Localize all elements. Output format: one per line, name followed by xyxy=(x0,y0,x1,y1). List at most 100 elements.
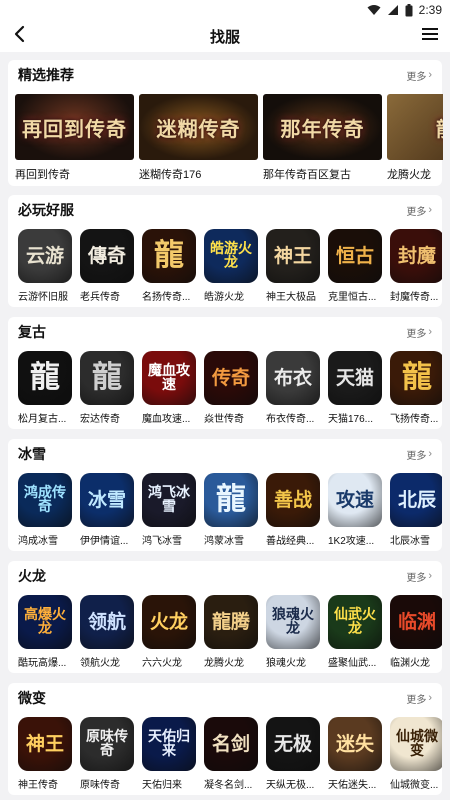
app-icon-art: 龍腾 xyxy=(211,610,250,633)
app-item[interactable]: 火龙 六六火龙 xyxy=(142,595,196,675)
app-icon: 神王 xyxy=(18,717,72,771)
app-item[interactable]: 皓游火龙 皓游火龙 xyxy=(204,229,258,309)
app-item[interactable]: 布衣 布衣传奇... xyxy=(266,351,320,431)
more-link[interactable]: 更多 › xyxy=(406,203,432,218)
app-item[interactable]: 龍宏达传奇 xyxy=(80,351,134,431)
content-area: 精选推荐 更多 › 再回到传奇 再回到传奇 迷糊传奇 迷糊传奇176 那年传奇 那… xyxy=(0,52,450,800)
app-icon: 龍 xyxy=(142,229,196,283)
app-name: 天猫176... xyxy=(328,414,374,425)
app-icon-art: 善战 xyxy=(273,488,312,511)
app-name: 仙城微变... xyxy=(390,780,439,791)
app-icon-art: 领航 xyxy=(87,610,126,633)
more-label: 更多 xyxy=(406,206,427,218)
banner-art-text: 迷糊传奇 xyxy=(156,116,241,141)
app-icon-art: 鸿成传奇 xyxy=(24,485,66,515)
app-icon-art: 龍 xyxy=(216,482,246,517)
app-item[interactable]: 狼魂火龙 狼魂火龙 xyxy=(266,595,320,675)
app-icon-art: 天佑归来 xyxy=(148,729,190,759)
app-item[interactable]: 无极 天纵无极... xyxy=(266,717,320,797)
back-arrow-icon xyxy=(13,25,27,48)
app-name: 鸿蒙冰雪 xyxy=(204,536,244,547)
more-link[interactable]: 更多 › xyxy=(406,569,432,584)
app-name: 北辰冰雪 xyxy=(390,536,430,547)
more-link[interactable]: 更多 › xyxy=(406,447,432,462)
section-header: 微变 更多 › xyxy=(8,683,442,713)
app-icon: 无极 xyxy=(266,717,320,771)
app-item[interactable]: 攻速 1K2攻速... xyxy=(328,473,382,553)
back-button[interactable] xyxy=(8,24,32,48)
app-icon: 恒古 xyxy=(328,229,382,283)
app-item[interactable]: 原味传奇 原味传奇 xyxy=(80,717,134,797)
app-icon: 领航 xyxy=(80,595,134,649)
app-item[interactable]: 高爆火龙 酷玩高爆... xyxy=(18,595,72,675)
app-name: 六六火龙 xyxy=(142,658,182,669)
more-link[interactable]: 更多 › xyxy=(406,68,432,83)
app-item[interactable]: 龍腾 龙腾火龙 xyxy=(204,595,258,675)
section-header: 必玩好服 更多 › xyxy=(8,195,442,225)
app-icon: 鸿成传奇 xyxy=(18,473,72,527)
banner-card[interactable]: 再回到传奇 再回到传奇 xyxy=(15,94,134,186)
app-item[interactable]: 仙城微变仙城微变... xyxy=(390,717,442,797)
app-item[interactable]: 传奇 焱世传奇 xyxy=(204,351,258,431)
app-item[interactable]: 龍飞扬传奇... xyxy=(390,351,442,431)
app-item[interactable]: 恒古 克里恒古... xyxy=(328,229,382,309)
app-name: 临渊火龙 xyxy=(390,658,430,669)
app-item[interactable]: 北辰 北辰冰雪 xyxy=(390,473,442,553)
app-item[interactable]: 傳奇 老兵传奇 xyxy=(80,229,134,309)
chevron-right-icon: › xyxy=(428,69,432,81)
app-item[interactable]: 鸿成传奇鸿成冰雪 xyxy=(18,473,72,553)
app-name: 皓游火龙 xyxy=(204,292,244,303)
app-icon-row: 云游 云游怀旧服 傳奇 老兵传奇龍名扬传奇... 皓游火龙 皓游火龙 神王 神王大极品 恒古 克里… xyxy=(18,229,442,309)
app-item[interactable]: 神王 神王传奇 xyxy=(18,717,72,797)
app-icon-art: 传奇 xyxy=(211,366,250,389)
hamburger-menu-icon xyxy=(422,27,438,46)
app-icon: 名剑 xyxy=(204,717,258,771)
app-item[interactable]: 天猫 天猫176... xyxy=(328,351,382,431)
banner-card[interactable]: 龍 龙腾火龙 xyxy=(387,94,443,186)
app-item[interactable]: 云游 云游怀旧服 xyxy=(18,229,72,309)
app-name: 狼魂火龙 xyxy=(266,658,306,669)
app-icon: 皓游火龙 xyxy=(204,229,258,283)
app-item[interactable]: 临渊 临渊火龙 xyxy=(390,595,442,675)
app-icon-art: 原味传奇 xyxy=(86,729,128,759)
app-item[interactable]: 冰雪 伊伊情谊... xyxy=(80,473,134,553)
app-item[interactable]: 龍松月复古... xyxy=(18,351,72,431)
app-item[interactable]: 名剑 凝冬名剑... xyxy=(204,717,258,797)
status-bar: 2:39 xyxy=(0,0,450,20)
app-item[interactable]: 龍名扬传奇... xyxy=(142,229,196,309)
app-item[interactable]: 迷失 天佑迷失... xyxy=(328,717,382,797)
app-name: 鸿成冰雪 xyxy=(18,536,58,547)
section-title: 微变 xyxy=(18,690,46,706)
app-name: 善战经典... xyxy=(266,536,315,547)
chevron-right-icon: › xyxy=(428,326,432,338)
app-item[interactable]: 封魔 封魔传奇... xyxy=(390,229,442,309)
more-link[interactable]: 更多 › xyxy=(406,325,432,340)
app-icon: 云游 xyxy=(18,229,72,283)
section-title: 冰雪 xyxy=(18,446,46,462)
banner-card[interactable]: 那年传奇 那年传奇百区复古 xyxy=(263,94,382,186)
app-name: 老兵传奇 xyxy=(80,292,120,303)
app-icon-art: 神王 xyxy=(25,732,64,755)
wifi-icon xyxy=(367,4,381,16)
app-item[interactable]: 魔血攻速 魔血攻速... xyxy=(142,351,196,431)
banner-card[interactable]: 迷糊传奇 迷糊传奇176 xyxy=(139,94,258,186)
menu-button[interactable] xyxy=(418,24,442,48)
app-item[interactable]: 鸿飞冰雪 鸿飞冰雪 xyxy=(142,473,196,553)
app-icon-art: 神王 xyxy=(273,244,312,267)
app-item[interactable]: 龍鸿蒙冰雪 xyxy=(204,473,258,553)
chevron-right-icon: › xyxy=(428,570,432,582)
app-name: 盛聚仙武... xyxy=(328,658,377,669)
app-icon-art: 仙城微变 xyxy=(396,729,438,759)
more-link[interactable]: 更多 › xyxy=(406,691,432,706)
app-icon: 高爆火龙 xyxy=(18,595,72,649)
app-item[interactable]: 神王 神王大极品 xyxy=(266,229,320,309)
app-icon: 龍 xyxy=(18,351,72,405)
app-item[interactable]: 领航 领航火龙 xyxy=(80,595,134,675)
app-item[interactable]: 天佑归来 天佑归来 xyxy=(142,717,196,797)
app-item[interactable]: 善战善战经典... xyxy=(266,473,320,553)
app-item[interactable]: 仙武火龙 盛聚仙武... xyxy=(328,595,382,675)
app-icon-row: 神王 神王传奇 原味传奇 原味传奇 天佑归来 天佑归来 名剑 凝冬名剑... 无极 天纵无极...… xyxy=(18,717,442,797)
app-icon-row: 鸿成传奇 鸿成冰雪 冰雪 伊伊情谊... 鸿飞冰雪 鸿飞冰雪龍鸿蒙冰雪 善战 善战经典... 攻… xyxy=(18,473,442,553)
app-name: 飞扬传奇... xyxy=(390,414,439,425)
app-icon: 布衣 xyxy=(266,351,320,405)
